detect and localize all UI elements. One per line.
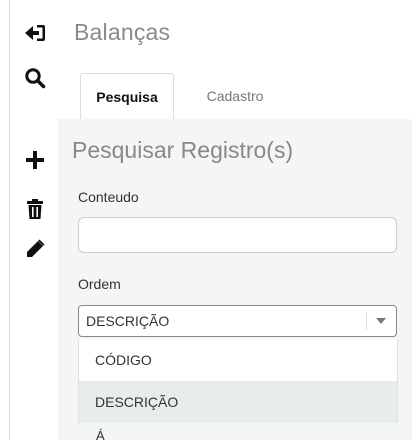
edit-button[interactable]	[22, 236, 48, 262]
pencil-icon	[27, 239, 45, 257]
sign-out-icon	[25, 25, 45, 41]
search-panel: Pesquisar Registro(s) Conteudo Ordem DES…	[58, 119, 412, 443]
logout-button[interactable]	[22, 20, 48, 46]
plus-icon	[26, 151, 44, 169]
page-title: Balanças	[74, 19, 171, 45]
order-dropdown-list: CÓDIGO DESCRIÇÃO	[78, 339, 398, 423]
add-button[interactable]	[22, 147, 48, 173]
tab-cadastro[interactable]: Cadastro	[190, 73, 280, 119]
delete-button[interactable]	[22, 196, 48, 222]
chevron-down-icon[interactable]	[376, 318, 386, 324]
search-button[interactable]	[22, 65, 48, 91]
content-label: Conteudo	[78, 189, 139, 205]
toolbar	[0, 0, 58, 440]
order-option-descricao[interactable]: DESCRIÇÃO	[79, 381, 397, 423]
panel-title: Pesquisar Registro(s)	[72, 137, 294, 163]
select-divider	[366, 312, 367, 330]
search-icon	[25, 68, 46, 89]
content-input[interactable]	[78, 217, 397, 253]
clipped-text: Á	[96, 428, 105, 443]
trash-icon	[27, 199, 43, 219]
order-select[interactable]: DESCRIÇÃO	[78, 305, 397, 337]
order-label: Ordem	[78, 276, 121, 292]
tab-pesquisa[interactable]: Pesquisa	[80, 73, 174, 119]
order-selected-value: DESCRIÇÃO	[86, 313, 170, 329]
order-option-codigo[interactable]: CÓDIGO	[79, 339, 397, 381]
toolbar-divider	[9, 0, 10, 440]
